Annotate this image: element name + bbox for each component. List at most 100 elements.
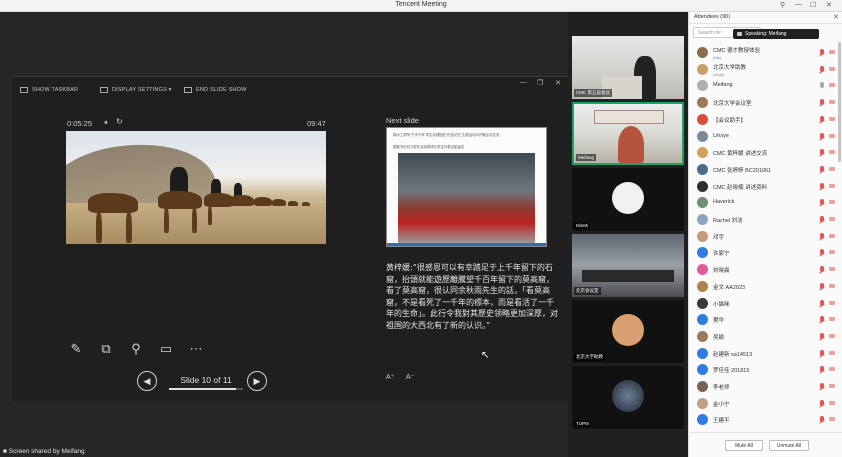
attendee-row[interactable]: CMC 张婷婷 BC201061	[689, 161, 842, 178]
video-tile[interactable]: 北京大学助教	[572, 300, 684, 363]
black-screen-icon[interactable]: ▭	[156, 339, 176, 359]
more-options-icon[interactable]: ⋯	[186, 339, 206, 359]
camera-off-icon[interactable]	[829, 267, 835, 272]
camera-off-icon[interactable]	[829, 133, 835, 138]
attendee-list-scrollbar[interactable]	[838, 42, 841, 162]
increase-font-button[interactable]: A⁺	[386, 373, 394, 381]
attendee-row[interactable]: 樊华	[689, 311, 842, 328]
mic-muted-icon[interactable]	[820, 349, 824, 356]
attendee-row[interactable]: 王建平	[689, 411, 842, 428]
mic-muted-icon[interactable]	[820, 332, 824, 339]
camera-off-icon[interactable]	[829, 217, 835, 221]
attendee-row[interactable]: 小猫咪	[689, 295, 842, 312]
mic-muted-icon[interactable]	[820, 366, 824, 373]
pause-timer-icon[interactable]: ⏸	[104, 118, 108, 128]
mic-muted-icon[interactable]	[820, 299, 824, 306]
camera-off-icon[interactable]	[829, 333, 835, 338]
pin-icon[interactable]: ⚲	[780, 1, 785, 9]
attendee-row[interactable]: CMC 黄梓媛 讲述交流	[689, 144, 842, 161]
mic-muted-icon[interactable]	[820, 115, 824, 122]
attendee-row[interactable]: CMC 德才教授体验 (Me)	[689, 44, 842, 61]
camera-off-icon[interactable]	[829, 317, 835, 322]
mic-muted-icon[interactable]	[820, 216, 824, 222]
video-tile[interactable]: CMC 第五届会议	[572, 36, 684, 99]
maximize-button[interactable]: ☐	[810, 1, 816, 9]
attendee-row[interactable]: 吴颖	[689, 328, 842, 345]
mic-muted-icon[interactable]	[820, 132, 824, 139]
mic-muted-icon[interactable]	[820, 232, 824, 239]
mic-muted-icon[interactable]	[820, 199, 824, 206]
camera-off-icon[interactable]	[829, 200, 835, 205]
mute-all-button[interactable]: Mute All	[725, 440, 763, 451]
attendee-row[interactable]: 金小宁	[689, 395, 842, 412]
end-slide-show-button[interactable]: END SLIDE SHOW	[184, 87, 246, 93]
next-slide-button[interactable]: ▶	[247, 371, 267, 391]
attendee-row[interactable]: 李老师	[689, 378, 842, 395]
camera-off-icon[interactable]	[829, 400, 835, 405]
camel-leg	[208, 205, 212, 225]
camera-off-icon[interactable]	[829, 367, 835, 372]
mic-muted-icon[interactable]	[820, 49, 824, 55]
slide-counter[interactable]: Slide 10 of 11	[167, 375, 245, 385]
attendee-row[interactable]: Haverick	[689, 194, 842, 211]
mic-muted-icon[interactable]	[820, 82, 824, 89]
camera-off-icon[interactable]	[829, 384, 835, 388]
camera-off-icon[interactable]	[829, 100, 835, 105]
camera-off-icon[interactable]	[829, 250, 835, 255]
mic-muted-icon[interactable]	[820, 249, 824, 256]
camera-off-icon[interactable]	[829, 233, 835, 238]
mic-muted-icon[interactable]	[820, 282, 824, 289]
mic-muted-icon[interactable]	[820, 399, 824, 406]
attendee-row[interactable]: 北京大学会议室	[689, 94, 842, 111]
attendee-row[interactable]: 赵建新 xa14513	[689, 345, 842, 362]
camera-off-icon[interactable]	[829, 283, 835, 288]
camera-off-icon[interactable]	[829, 166, 835, 171]
unmute-all-button[interactable]: Unmute All	[769, 440, 809, 451]
display-settings-button[interactable]: DISPLAY SETTINGS ▾	[100, 87, 172, 93]
see-all-slides-icon[interactable]: ⧉	[96, 339, 116, 359]
attendee-row[interactable]: CMC 赵晓楠 讲述资料	[689, 178, 842, 195]
close-button[interactable]: ✕	[826, 1, 832, 9]
camera-off-icon[interactable]	[829, 50, 835, 54]
mic-muted-icon[interactable]	[820, 316, 824, 323]
mic-muted-icon[interactable]	[820, 99, 824, 106]
previous-slide-button[interactable]: ◀	[137, 371, 157, 391]
attendee-row[interactable]: Meifang	[689, 77, 842, 94]
attendee-row[interactable]: 北京大学助教 (Host)	[689, 61, 842, 78]
camera-off-icon[interactable]	[829, 66, 835, 71]
attendee-row[interactable]: Lihsye	[689, 128, 842, 145]
mic-muted-icon[interactable]	[820, 266, 824, 273]
next-slide-preview[interactable]: 锦州工学院“千手千年”学生实践团在“红色记忆”主题活动中开展互动交流 团委书记刘…	[386, 127, 547, 247]
zoom-icon[interactable]: ⚲	[126, 339, 146, 359]
camera-off-icon[interactable]	[829, 183, 835, 188]
decrease-font-button[interactable]: A⁻	[406, 373, 414, 381]
mic-muted-icon[interactable]	[820, 182, 824, 189]
show-taskbar-button[interactable]: SHOW TASKBAR	[20, 87, 78, 93]
attendee-row[interactable]: 【会议助手】	[689, 111, 842, 128]
video-tile[interactable]: MinMi	[572, 168, 684, 231]
camera-off-icon[interactable]	[829, 83, 835, 88]
camera-off-icon[interactable]	[829, 150, 835, 155]
close-panel-icon[interactable]: ✕	[833, 13, 839, 21]
video-tile-active[interactable]: Meifang	[572, 102, 684, 165]
attendee-row[interactable]: 邓宇	[689, 228, 842, 245]
attendee-row[interactable]: 罗佳佳 201815	[689, 361, 842, 378]
attendee-row[interactable]: 刘晓晨	[689, 261, 842, 278]
camera-off-icon[interactable]	[829, 300, 835, 305]
minimize-button[interactable]: —	[795, 1, 802, 8]
mic-muted-icon[interactable]	[820, 416, 824, 423]
video-tile[interactable]: 北京会议室	[572, 234, 684, 297]
camera-off-icon[interactable]	[829, 350, 835, 355]
reset-timer-icon[interactable]: ↻	[116, 117, 123, 126]
attendee-row[interactable]: Rachel 刘洁	[689, 211, 842, 228]
camera-off-icon[interactable]	[829, 417, 835, 422]
mic-muted-icon[interactable]	[820, 149, 824, 156]
attendee-row[interactable]: 金文 AA2023	[689, 278, 842, 295]
attendee-row[interactable]: 许家宁	[689, 244, 842, 261]
mic-muted-icon[interactable]	[820, 165, 824, 172]
mic-muted-icon[interactable]	[820, 65, 824, 72]
pen-icon[interactable]: ✎	[66, 339, 86, 359]
video-tile[interactable]: TUPM	[572, 366, 684, 429]
mic-muted-icon[interactable]	[820, 383, 824, 389]
camera-off-icon[interactable]	[829, 116, 835, 121]
